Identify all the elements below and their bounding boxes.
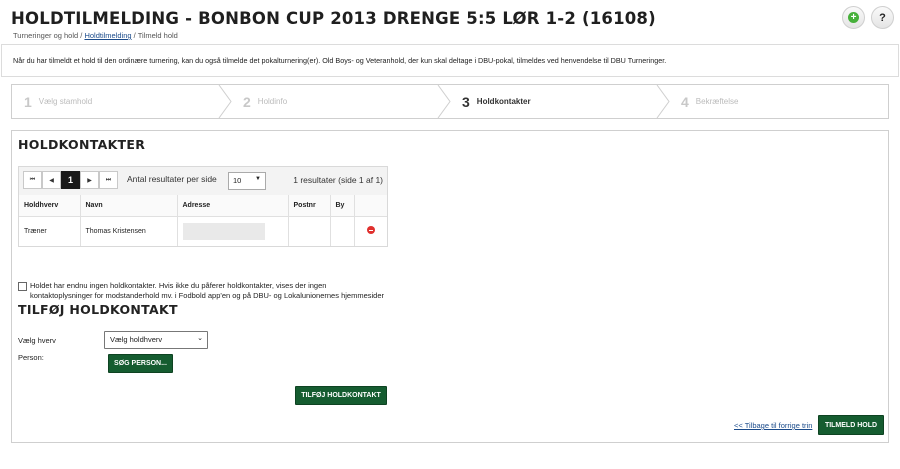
breadcrumb-item-holdtilmelding[interactable]: Holdtilmelding bbox=[84, 31, 131, 40]
step-separator-icon bbox=[437, 85, 451, 118]
step-label: Bekræftelse bbox=[695, 97, 739, 106]
back-link[interactable]: << Tilbage til forrige trin bbox=[734, 421, 812, 430]
info-box: Når du har tilmeldt et hold til den ordi… bbox=[1, 44, 899, 77]
plus-icon: + bbox=[848, 12, 859, 23]
breadcrumb: Turneringer og hold / Holdtilmelding / T… bbox=[13, 31, 178, 40]
no-contact-checkbox[interactable] bbox=[18, 282, 27, 291]
caret-down-icon: ▼ bbox=[255, 176, 261, 182]
step-3: 3 Holdkontakter bbox=[450, 85, 670, 118]
step-1: 1 Vælg stamhold bbox=[12, 85, 232, 118]
breadcrumb-item-current: Tilmeld hold bbox=[137, 31, 178, 40]
add-contact-button[interactable]: TILFØJ HOLDKONTAKT bbox=[295, 386, 387, 405]
step-separator-icon bbox=[656, 85, 670, 118]
prev-page-button[interactable]: ◀ bbox=[42, 171, 61, 189]
chevron-down-icon: ⌄ bbox=[197, 335, 203, 342]
per-page-value: 10 bbox=[233, 176, 242, 185]
breadcrumb-item-turneringer[interactable]: Turneringer og hold bbox=[13, 31, 78, 40]
column-header-holdhverv[interactable]: Holdhverv bbox=[19, 195, 81, 217]
cell-holdhverv: Træner bbox=[19, 216, 81, 246]
column-header-by[interactable]: By bbox=[330, 195, 355, 217]
wizard-steps: 1 Vælg stamhold 2 Holdinfo 3 Holdkontakt… bbox=[11, 84, 889, 119]
column-header-postnr[interactable]: Postnr bbox=[288, 195, 331, 217]
no-contact-option: Holdet har endnu ingen holdkontakter. Hv… bbox=[18, 281, 388, 301]
contacts-title: HOLDKONTAKTER bbox=[18, 137, 146, 152]
step-label: Holdinfo bbox=[257, 97, 288, 106]
step-2: 2 Holdinfo bbox=[231, 85, 451, 118]
first-page-button[interactable]: ⏮ bbox=[23, 171, 42, 189]
add-contact-title: TILFØJ HOLDKONTAKT bbox=[18, 302, 178, 317]
no-contact-text: Holdet har endnu ingen holdkontakter. Hv… bbox=[30, 281, 384, 300]
remove-icon[interactable] bbox=[366, 226, 375, 235]
person-label: Person: bbox=[18, 353, 44, 362]
help-button[interactable]: ? bbox=[871, 6, 894, 29]
add-button[interactable]: + bbox=[842, 6, 865, 29]
table-row: Træner Thomas Kristensen bbox=[19, 216, 387, 246]
contacts-grid: ⏮ ◀ 1 ▶ ⏭ Antal resultater per side 10 ▼… bbox=[18, 166, 388, 247]
step-number: 3 bbox=[462, 93, 470, 110]
result-count: 1 resultater (side 1 af 1) bbox=[293, 175, 383, 185]
cell-actions bbox=[354, 216, 387, 246]
step-label: Vælg stamhold bbox=[38, 97, 93, 106]
column-header-navn[interactable]: Navn bbox=[80, 195, 178, 217]
cell-adresse bbox=[177, 216, 289, 246]
cell-postnr bbox=[288, 216, 331, 246]
info-text: Når du har tilmeldt et hold til den ordi… bbox=[13, 56, 667, 65]
help-icon: ? bbox=[879, 11, 886, 24]
pager: ⏮ ◀ 1 ▶ ⏭ bbox=[23, 171, 118, 189]
next-page-button[interactable]: ▶ bbox=[80, 171, 99, 189]
step-label: Holdkontakter bbox=[476, 97, 531, 106]
column-header-adresse[interactable]: Adresse bbox=[177, 195, 289, 217]
page-title: HOLDTILMELDING - BONBON CUP 2013 DRENGE … bbox=[11, 9, 656, 28]
table-header-row: Holdhverv Navn Adresse Postnr By bbox=[19, 195, 387, 217]
last-page-button[interactable]: ⏭ bbox=[99, 171, 118, 189]
main-panel: HOLDKONTAKTER ⏮ ◀ 1 ▶ ⏭ Antal resultater… bbox=[11, 130, 889, 443]
contacts-table: Holdhverv Navn Adresse Postnr By Træner … bbox=[19, 195, 387, 246]
step-number: 4 bbox=[681, 93, 689, 110]
hverv-label: Vælg hverv bbox=[18, 336, 56, 345]
step-separator-icon bbox=[218, 85, 232, 118]
redacted-address bbox=[182, 222, 265, 240]
cell-navn: Thomas Kristensen bbox=[80, 216, 178, 246]
per-page-select[interactable]: 10 ▼ bbox=[228, 172, 266, 190]
cell-by bbox=[330, 216, 355, 246]
hverv-select-value: Vælg holdhverv bbox=[110, 335, 163, 344]
step-number: 2 bbox=[243, 93, 251, 110]
current-page-button[interactable]: 1 bbox=[61, 171, 80, 189]
search-person-button[interactable]: SØG PERSON... bbox=[108, 354, 173, 373]
step-4: 4 Bekræftelse bbox=[669, 85, 888, 118]
hverv-select[interactable]: Vælg holdhverv ⌄ bbox=[104, 331, 208, 349]
submit-button[interactable]: TILMELD HOLD bbox=[818, 415, 884, 435]
step-number: 1 bbox=[24, 93, 32, 110]
column-header-actions bbox=[354, 195, 387, 217]
per-page-label: Antal resultater per side bbox=[127, 174, 217, 184]
